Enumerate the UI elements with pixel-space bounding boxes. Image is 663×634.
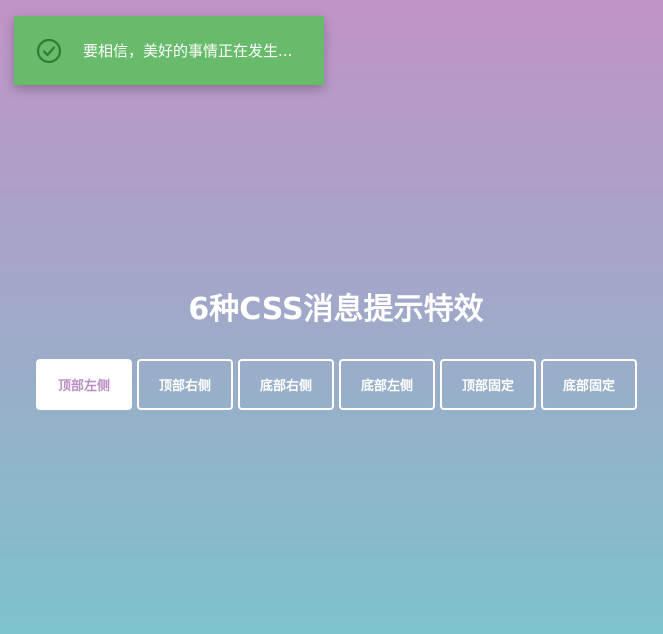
bottom-right-button[interactable]: 底部右侧 xyxy=(238,359,334,410)
top-right-button[interactable]: 顶部右侧 xyxy=(137,359,233,410)
effect-button-group: 顶部左侧 顶部右侧 底部右侧 底部左侧 顶部固定 底部固定 xyxy=(36,359,637,410)
top-left-button[interactable]: 顶部左侧 xyxy=(36,359,132,410)
page-title: 6种CSS消息提示特效 xyxy=(188,292,484,327)
check-circle-icon xyxy=(36,38,62,64)
notification-toast: 要相信，美好的事情正在发生... xyxy=(14,16,324,85)
toast-message: 要相信，美好的事情正在发生... xyxy=(83,42,293,60)
bottom-left-button[interactable]: 底部左侧 xyxy=(339,359,435,410)
bottom-fixed-button[interactable]: 底部固定 xyxy=(541,359,637,410)
top-fixed-button[interactable]: 顶部固定 xyxy=(440,359,536,410)
